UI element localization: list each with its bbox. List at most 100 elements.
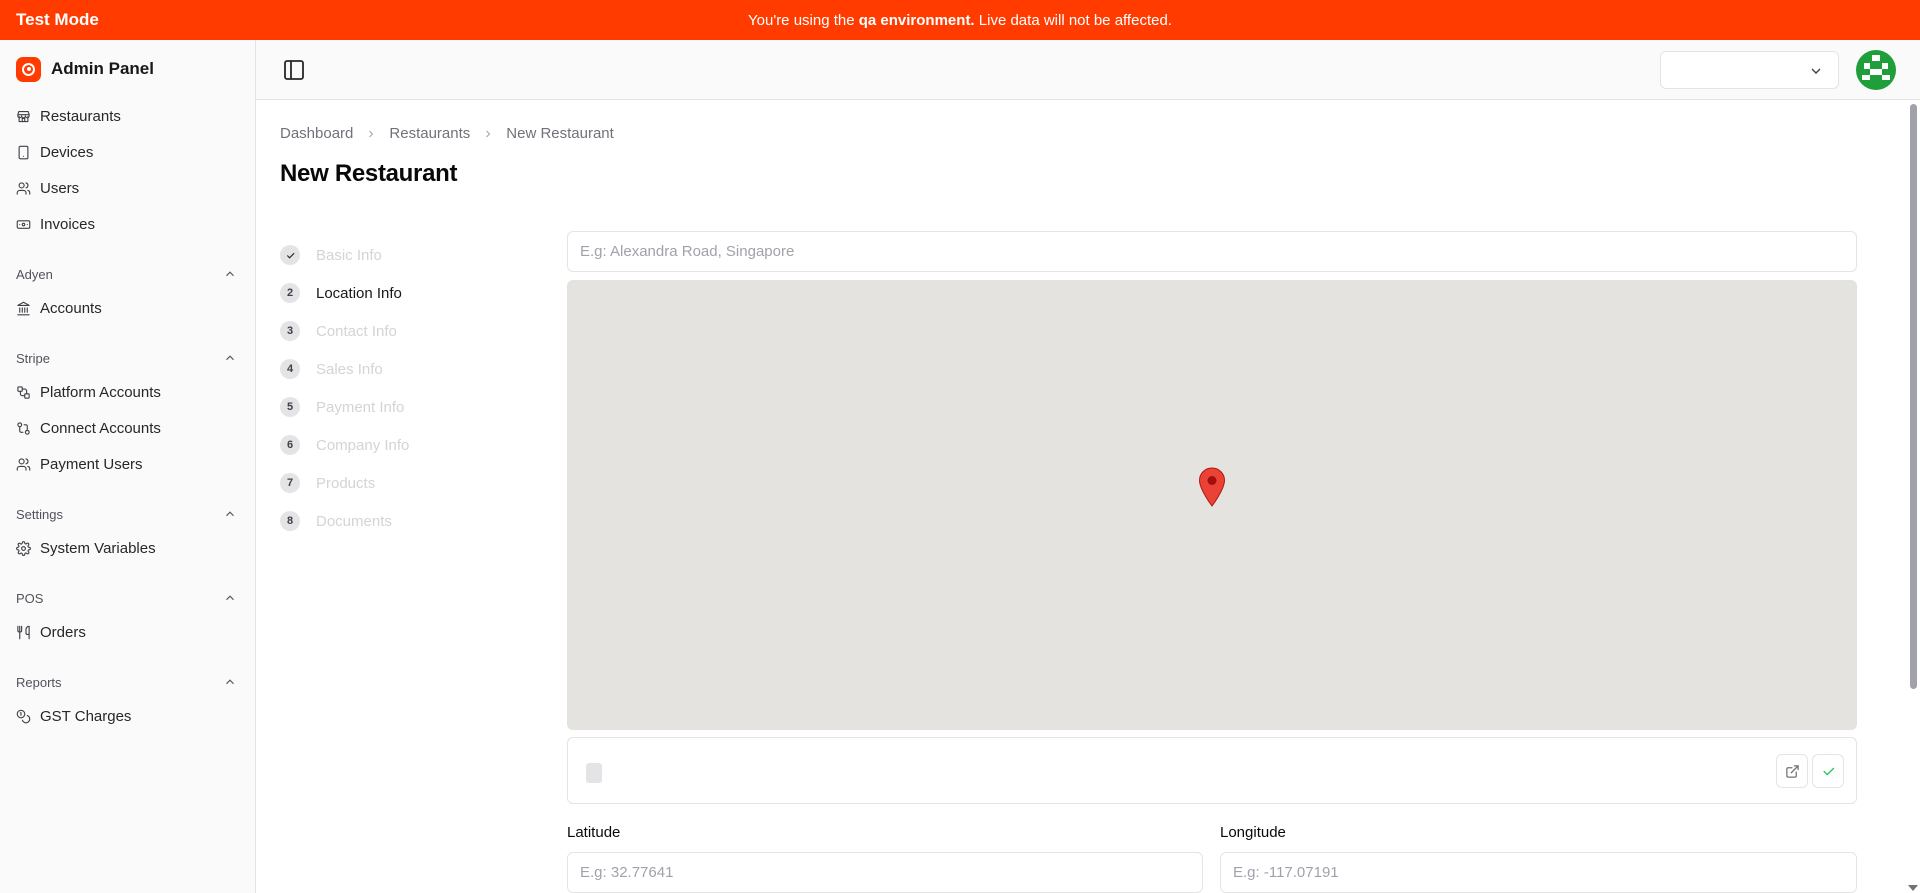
step-number: 3 <box>280 321 300 341</box>
sidebar-item-system-variables[interactable]: System Variables <box>0 530 255 566</box>
sidebar-item-users[interactable]: Users <box>0 170 255 206</box>
sidebar-main-nav: Restaurants Devices Users Invoices <box>0 98 255 242</box>
sidebar-item-label: Orders <box>40 623 86 641</box>
place-placeholder-chip <box>586 763 602 783</box>
sidebar-item-label: Accounts <box>40 299 102 317</box>
step-sales-info[interactable]: 4 Sales Info <box>280 350 409 388</box>
latitude-label: Latitude <box>567 824 621 841</box>
scrollbar-thumb[interactable] <box>1910 104 1917 689</box>
brand[interactable]: Admin Panel <box>0 40 255 98</box>
sidebar-item-label: Users <box>40 179 80 197</box>
top-bar <box>256 40 1920 100</box>
chevron-right-icon <box>486 130 491 137</box>
sidebar-item-label: Restaurants <box>40 107 121 125</box>
group-header-stripe[interactable]: Stripe <box>0 342 255 374</box>
page-scrollbar[interactable] <box>1906 100 1920 893</box>
sidebar-group-stripe: Stripe Platform Accounts Connect Account… <box>0 342 255 482</box>
test-mode-label: Test Mode <box>16 10 99 29</box>
step-company-info[interactable]: 6 Company Info <box>280 426 409 464</box>
step-number: 7 <box>280 473 300 493</box>
step-label: Basic Info <box>316 246 382 264</box>
chevron-down-icon <box>1811 68 1821 74</box>
map-pin-icon[interactable] <box>1198 467 1226 507</box>
longitude-label: Longitude <box>1220 824 1286 841</box>
tablet-icon <box>18 145 29 159</box>
group-title: Stripe <box>16 350 50 366</box>
step-number: 4 <box>280 359 300 379</box>
breadcrumb-restaurants[interactable]: Restaurants <box>389 125 470 142</box>
form-steps: Basic Info 2 Location Info 3 Contact Inf… <box>280 236 409 540</box>
sidebar-item-restaurants[interactable]: Restaurants <box>0 98 255 134</box>
users-icon <box>16 181 31 195</box>
sidebar-toggle-button[interactable] <box>282 58 306 82</box>
utensils-icon <box>17 625 30 639</box>
panel-left-icon <box>284 60 304 80</box>
environment-name: qa environment. <box>858 11 975 29</box>
test-mode-banner: Test Mode You're using the qa environmen… <box>0 0 1920 40</box>
sidebar-item-label: Payment Users <box>40 455 143 473</box>
sidebar-item-devices[interactable]: Devices <box>0 134 255 170</box>
step-contact-info[interactable]: 3 Contact Info <box>280 312 409 350</box>
location-search-input[interactable] <box>567 231 1857 272</box>
chevron-up-icon <box>226 679 234 685</box>
step-basic-info[interactable]: Basic Info <box>280 236 409 274</box>
step-label: Documents <box>316 512 392 530</box>
step-number: 6 <box>280 435 300 455</box>
sidebar-item-gst-charges[interactable]: GST Charges <box>0 698 255 734</box>
step-products[interactable]: 7 Products <box>280 464 409 502</box>
step-number: 5 <box>280 397 300 417</box>
location-map[interactable] <box>567 280 1857 730</box>
group-title: Settings <box>16 506 63 522</box>
step-payment-info[interactable]: 5 Payment Info <box>280 388 409 426</box>
sidebar-item-accounts[interactable]: Accounts <box>0 290 255 326</box>
step-label: Products <box>316 474 376 492</box>
avatar[interactable] <box>1856 50 1896 90</box>
chevron-up-icon <box>226 595 234 601</box>
step-label: Location Info <box>316 284 402 302</box>
sidebar-item-payment-users[interactable]: Payment Users <box>0 446 255 482</box>
sidebar-group-reports: Reports GST Charges <box>0 666 255 734</box>
sidebar: Admin Panel Restaurants Devices Users In… <box>0 40 256 893</box>
step-label: Payment Info <box>316 398 405 416</box>
confirm-location-button[interactable] <box>1812 754 1844 788</box>
banknote-icon <box>16 219 31 229</box>
chevron-up-icon <box>226 355 234 361</box>
sidebar-item-orders[interactable]: Orders <box>0 614 255 650</box>
step-number: 2 <box>280 283 300 303</box>
group-title: Reports <box>16 674 62 690</box>
step-documents[interactable]: 8 Documents <box>280 502 409 540</box>
gear-icon <box>16 540 31 556</box>
group-header-settings[interactable]: Settings <box>0 498 255 530</box>
sidebar-item-label: GST Charges <box>40 707 132 725</box>
sidebar-group-adyen: Adyen Accounts <box>0 258 255 326</box>
sidebar-item-platform-accounts[interactable]: Platform Accounts <box>0 374 255 410</box>
group-header-pos[interactable]: POS <box>0 582 255 614</box>
step-location-info[interactable]: 2 Location Info <box>280 274 409 312</box>
breadcrumb-current: New Restaurant <box>506 125 614 142</box>
check-icon <box>1823 767 1834 775</box>
users-icon <box>16 457 31 471</box>
page-title: New Restaurant <box>280 160 458 187</box>
chevron-up-icon <box>226 511 234 517</box>
sidebar-item-label: System Variables <box>40 539 156 557</box>
breadcrumb: Dashboard Restaurants New Restaurant <box>280 125 614 142</box>
longitude-input[interactable] <box>1220 852 1857 893</box>
check-icon <box>286 252 295 259</box>
sidebar-item-connect-accounts[interactable]: Connect Accounts <box>0 410 255 446</box>
group-header-adyen[interactable]: Adyen <box>0 258 255 290</box>
breadcrumb-dashboard[interactable]: Dashboard <box>280 125 353 142</box>
group-header-reports[interactable]: Reports <box>0 666 255 698</box>
sidebar-item-invoices[interactable]: Invoices <box>0 206 255 242</box>
environment-select[interactable] <box>1660 51 1839 89</box>
open-in-maps-button[interactable] <box>1776 754 1808 788</box>
workflow-icon <box>17 385 30 399</box>
sidebar-item-label: Devices <box>40 143 94 161</box>
scroll-down-arrow-icon[interactable] <box>1908 885 1918 891</box>
step-label: Sales Info <box>316 360 383 378</box>
sidebar-item-label: Connect Accounts <box>40 419 161 437</box>
user-avatar-icon <box>1856 50 1896 90</box>
step-label: Company Info <box>316 436 410 454</box>
sidebar-item-label: Platform Accounts <box>40 383 161 401</box>
latitude-input[interactable] <box>567 852 1203 893</box>
sidebar-group-settings: Settings System Variables <box>0 498 255 566</box>
